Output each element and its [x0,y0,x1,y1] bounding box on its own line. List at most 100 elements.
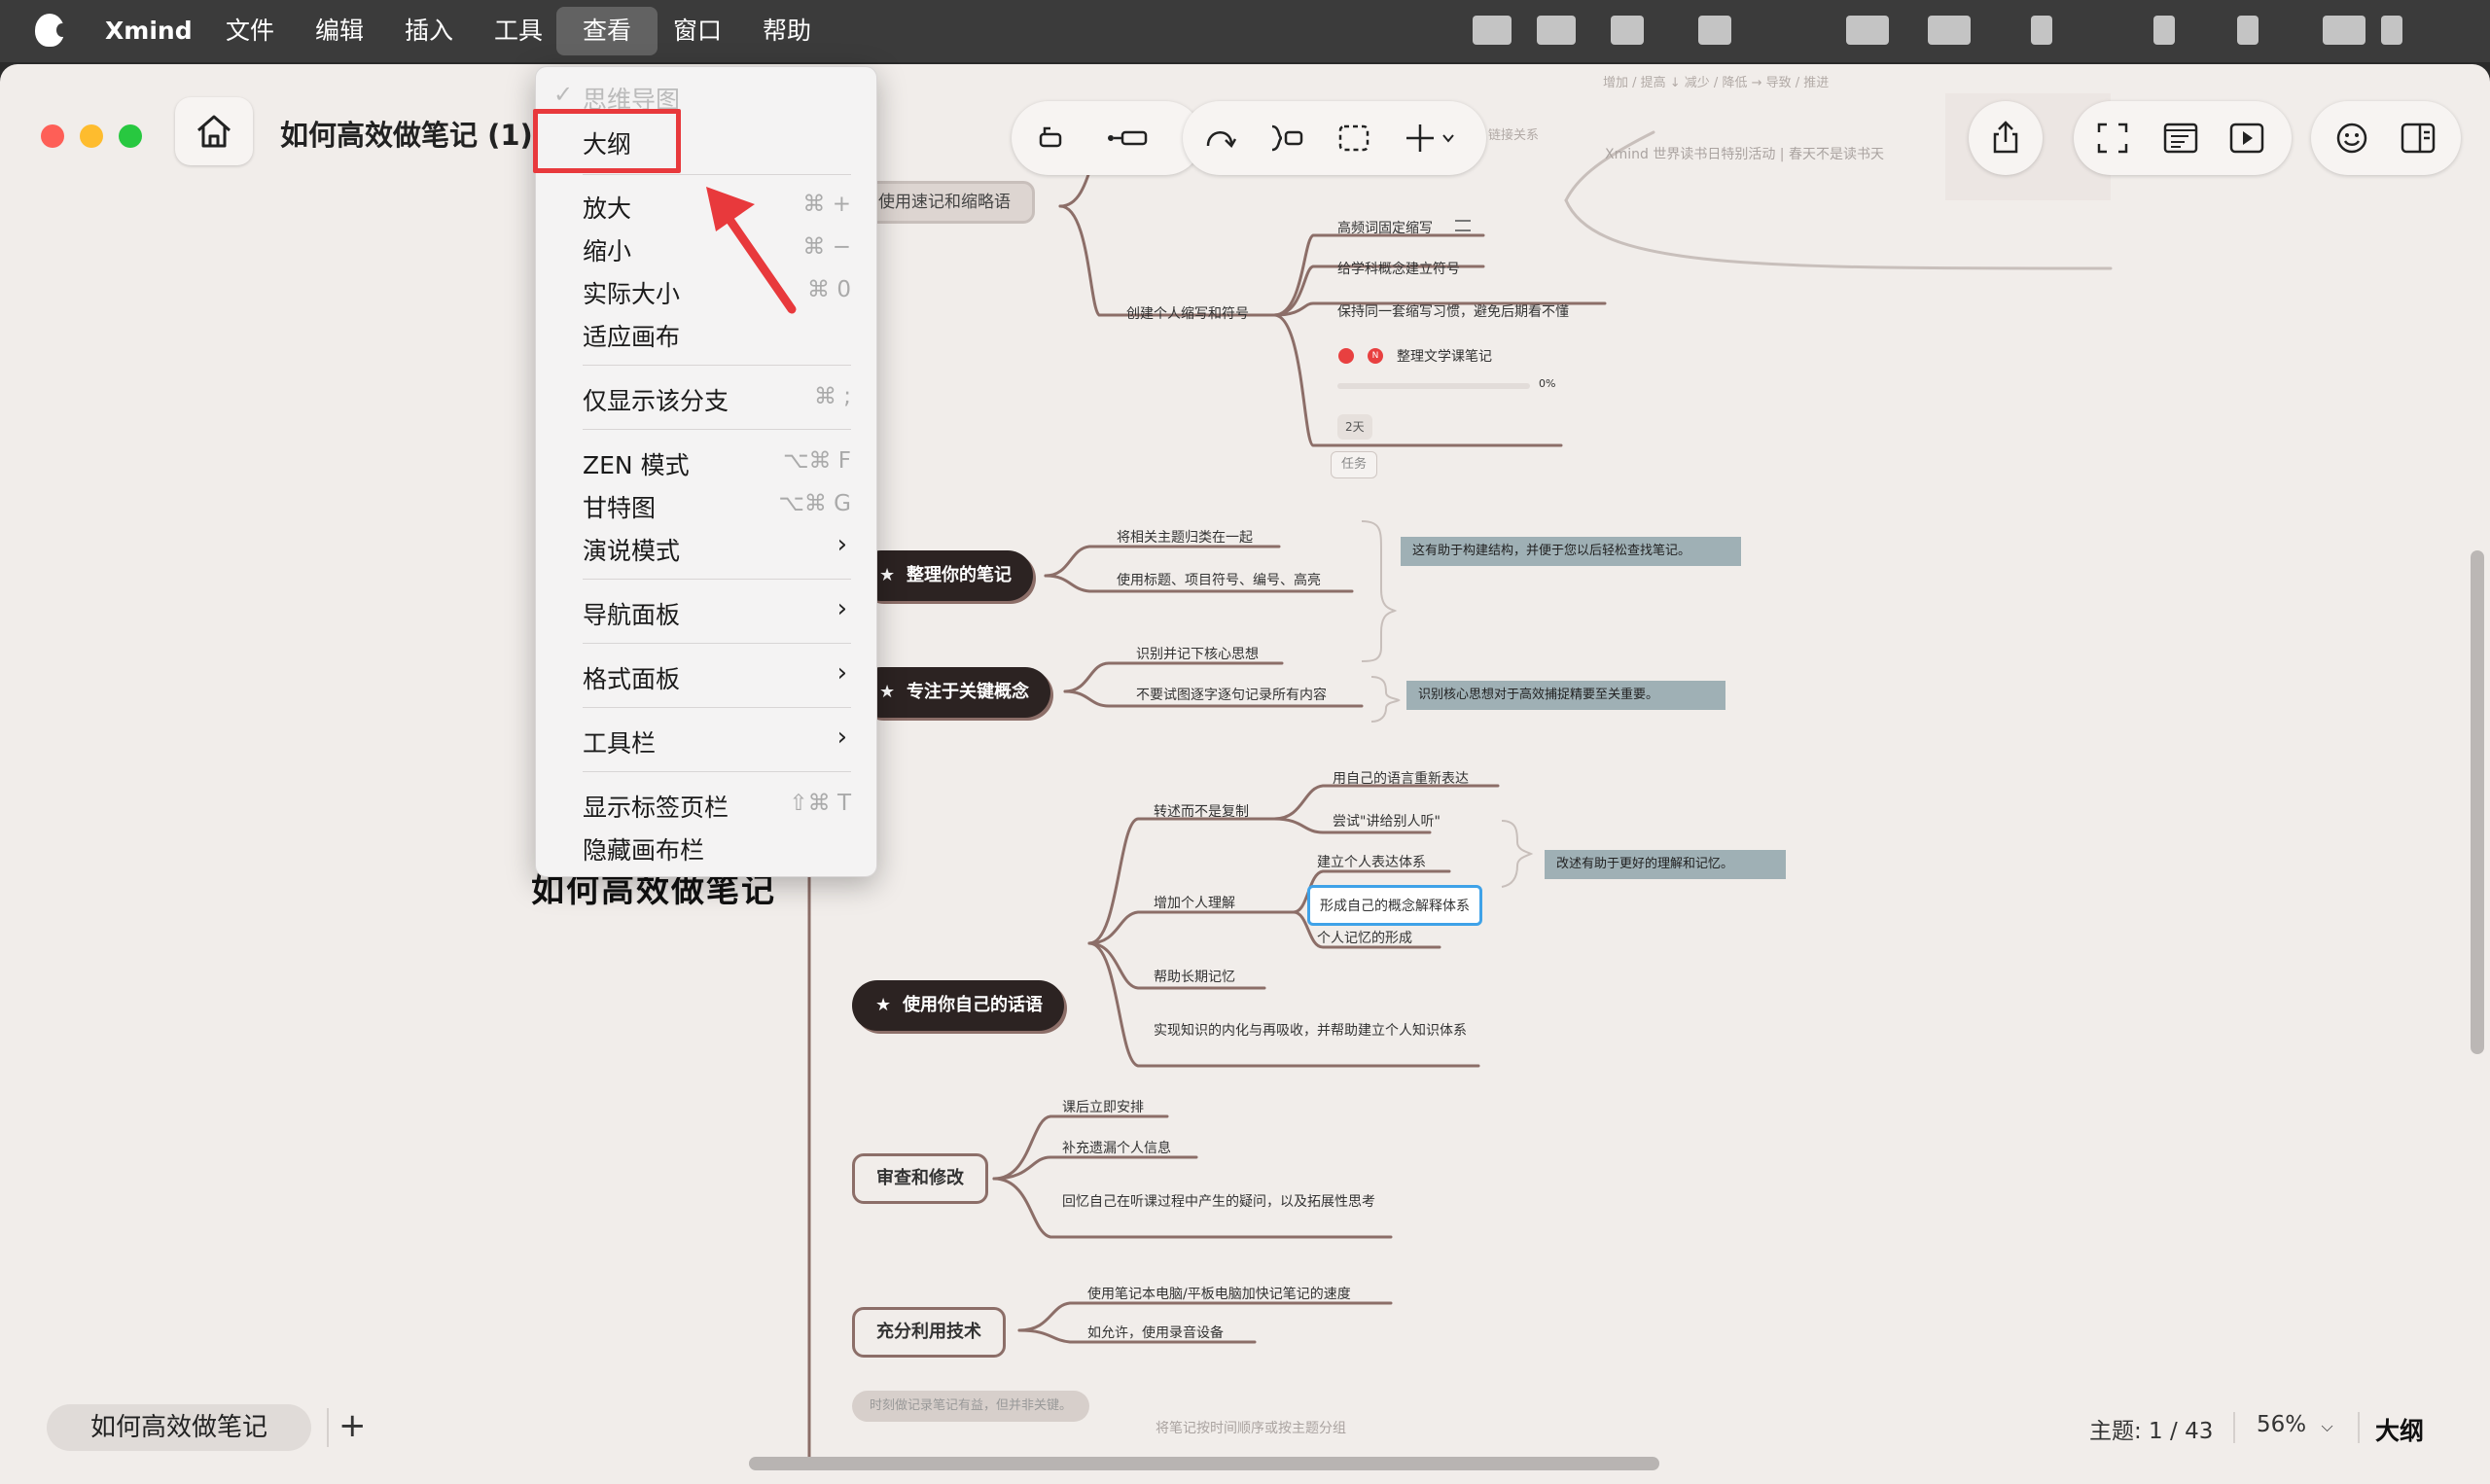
boundary-button[interactable] [1334,119,1373,158]
leaf-group-topics[interactable]: 将相关主题归类在一起 [1117,527,1253,547]
menu-item-fit-canvas[interactable]: 适应画布 [583,318,680,353]
leaf-core-ideas[interactable]: 识别并记下核心思想 [1136,644,1259,663]
status-icon[interactable] [2237,16,2259,45]
menu-item-zen[interactable]: ZEN 模式 [583,446,690,481]
task-literature[interactable]: 整理文学课笔记 [1397,346,1492,366]
menu-item-toolbar[interactable]: 工具栏 [583,724,656,760]
summary-note-paraphrase[interactable]: 改述有助于更好的理解和记忆。 [1545,850,1786,879]
home-button[interactable] [175,97,253,165]
chevron-right-icon: › [836,723,847,752]
leaf-headings[interactable]: 使用标题、项目符号、编号、高亮 [1117,570,1321,589]
status-icon[interactable] [1537,16,1576,45]
leaf-memory[interactable]: 个人记忆的形成 [1317,928,1412,947]
add-sheet-icon[interactable]: + [338,1406,367,1445]
leaf-fixed-abbrev[interactable]: 高频词固定缩写 [1337,218,1433,237]
menu-help[interactable]: 帮助 [763,0,811,62]
menu-item-hide-canvas-bar[interactable]: 隐藏画布栏 [583,831,704,866]
topic-tech[interactable]: 充分利用技术 [852,1307,1006,1358]
outline-toggle-button[interactable]: 大纲 [2375,1412,2424,1447]
menu-separator [583,707,851,708]
status-icon[interactable] [2381,16,2402,45]
chevron-right-icon: › [836,530,847,559]
relationship-button[interactable] [1200,119,1239,158]
subtopic-understanding[interactable]: 增加个人理解 [1154,893,1235,912]
summary-note-organize[interactable]: 这有助于构建结构，并便于您以后轻松查找笔记。 [1401,537,1741,566]
duration-badge[interactable]: 2天 [1337,414,1372,440]
faded-link-label: 链接关系 [1488,128,1540,143]
star-icon: ★ [875,995,892,1015]
status-icon[interactable] [2031,16,2052,45]
menu-item-gantt[interactable]: 甘特图 [583,489,656,524]
summary-note-focus[interactable]: 识别核心思想对于高效捕捉精要至关重要。 [1406,681,1725,710]
menu-view[interactable]: 查看 [556,7,658,55]
leaf-no-verbatim[interactable]: 不要试图逐字逐句记录所有内容 [1136,685,1327,704]
summary-button[interactable] [1266,119,1305,158]
subtopic-abbrev[interactable]: 创建个人缩写和符号 [1126,303,1249,323]
zoom-level[interactable]: 56% ⌵ [2257,1412,2333,1437]
leaf-recall-questions[interactable]: 回忆自己在听课过程中产生的疑问，以及拓展性思考 [1062,1192,1393,1212]
menu-tools[interactable]: 工具 [494,0,543,62]
topic-shorthand[interactable]: 使用速记和缩略语 [854,181,1035,224]
topic-organize[interactable]: ★ 整理你的笔记 [856,550,1033,601]
menu-item-zoom-out[interactable]: 缩小 [583,232,631,267]
add-topic-button[interactable] [1031,119,1070,158]
sticker-button[interactable] [2332,119,2371,158]
topic-focus[interactable]: ★ 专注于关键概念 [856,667,1050,718]
menu-edit[interactable]: 编辑 [315,0,364,62]
summary-icon [1271,124,1303,152]
status-icon[interactable] [2153,16,2175,45]
task-tag[interactable]: 任务 [1331,451,1378,478]
menu-item-format-panel[interactable]: 格式面板 [583,660,680,695]
insert-more-button[interactable] [1403,119,1461,158]
topic-organize-label: 整理你的笔记 [907,565,1012,585]
share-icon [1993,121,2018,154]
leaf-concept-system-selected[interactable]: 形成自己的概念解释体系 [1307,885,1482,926]
menu-item-zoom-in[interactable]: 放大 [583,190,631,225]
menu-app-name[interactable]: Xmind [105,0,193,62]
subtopic-long-term[interactable]: 帮助长期记忆 [1154,967,1235,986]
leaf-rephrase[interactable]: 用自己的语言重新表达 [1333,768,1469,788]
notes-icon[interactable] [1455,220,1471,231]
status-icon[interactable] [1928,16,1971,45]
topic-count: 主题: 1 / 43 [2089,1419,2214,1444]
pitch-mode-button[interactable] [2227,119,2266,158]
status-icon[interactable] [1473,16,1512,45]
sheet-tab[interactable]: 如何高效做笔记 [47,1404,311,1451]
leaf-laptop[interactable]: 使用笔记本电脑/平板电脑加快记笔记的速度 [1087,1284,1351,1303]
menu-file[interactable]: 文件 [226,0,274,62]
leaf-symbols[interactable]: 给学科概念建立符号 [1337,259,1460,278]
menu-window[interactable]: 窗口 [673,0,722,62]
status-icon[interactable] [1846,16,1889,45]
status-icon[interactable] [1698,16,1731,45]
close-window-button[interactable] [41,124,64,148]
leaf-after-class[interactable]: 课后立即安排 [1062,1097,1144,1116]
apple-icon[interactable] [35,14,68,47]
menu-item-actual-size[interactable]: 实际大小 [583,275,680,310]
menu-item-pitch[interactable]: 演说模式 [583,532,680,567]
menu-item-navigator[interactable]: 导航面板 [583,596,680,631]
vertical-scrollbar[interactable] [2471,550,2484,1054]
leaf-recorder[interactable]: 如允许，使用录音设备 [1087,1323,1224,1342]
topic-own-words[interactable]: ★ 使用你自己的话语 [852,980,1064,1031]
topic-review[interactable]: 审查和修改 [852,1153,988,1204]
outline-view-button[interactable] [2161,119,2200,158]
horizontal-scrollbar[interactable] [749,1457,1659,1470]
format-panel-button[interactable] [2399,119,2437,158]
leaf-fill-missing[interactable]: 补充遗漏个人信息 [1062,1138,1171,1157]
minimize-window-button[interactable] [80,124,103,148]
leaf-consistent[interactable]: 保持同一套缩写习惯，避免后期看不懂 [1337,301,1569,321]
leaf-expression[interactable]: 建立个人表达体系 [1317,852,1426,871]
mindmap-canvas[interactable]: 增加 / 提高 ↓ 减少 / 降低 → 导致 / 推进 Xmind 世界读书日特… [0,64,2490,1484]
status-icon[interactable] [2323,16,2366,45]
menu-item-show-branch[interactable]: 仅显示该分支 [583,382,729,417]
menu-insert[interactable]: 插入 [405,0,453,62]
subtopic-paraphrase[interactable]: 转述而不是复制 [1154,801,1249,821]
status-icon[interactable] [1611,16,1644,45]
leaf-teach[interactable]: 尝试"讲给别人听" [1333,811,1441,830]
menu-item-show-tabs[interactable]: 显示标签页栏 [583,789,729,824]
add-subtopic-button[interactable] [1099,119,1157,158]
fullscreen-button[interactable] [2093,119,2132,158]
zoom-window-button[interactable] [119,124,142,148]
share-button[interactable] [1986,119,2025,158]
subtopic-internalize[interactable]: 实现知识的内化与再吸收，并帮助建立个人知识体系 [1154,1021,1484,1041]
